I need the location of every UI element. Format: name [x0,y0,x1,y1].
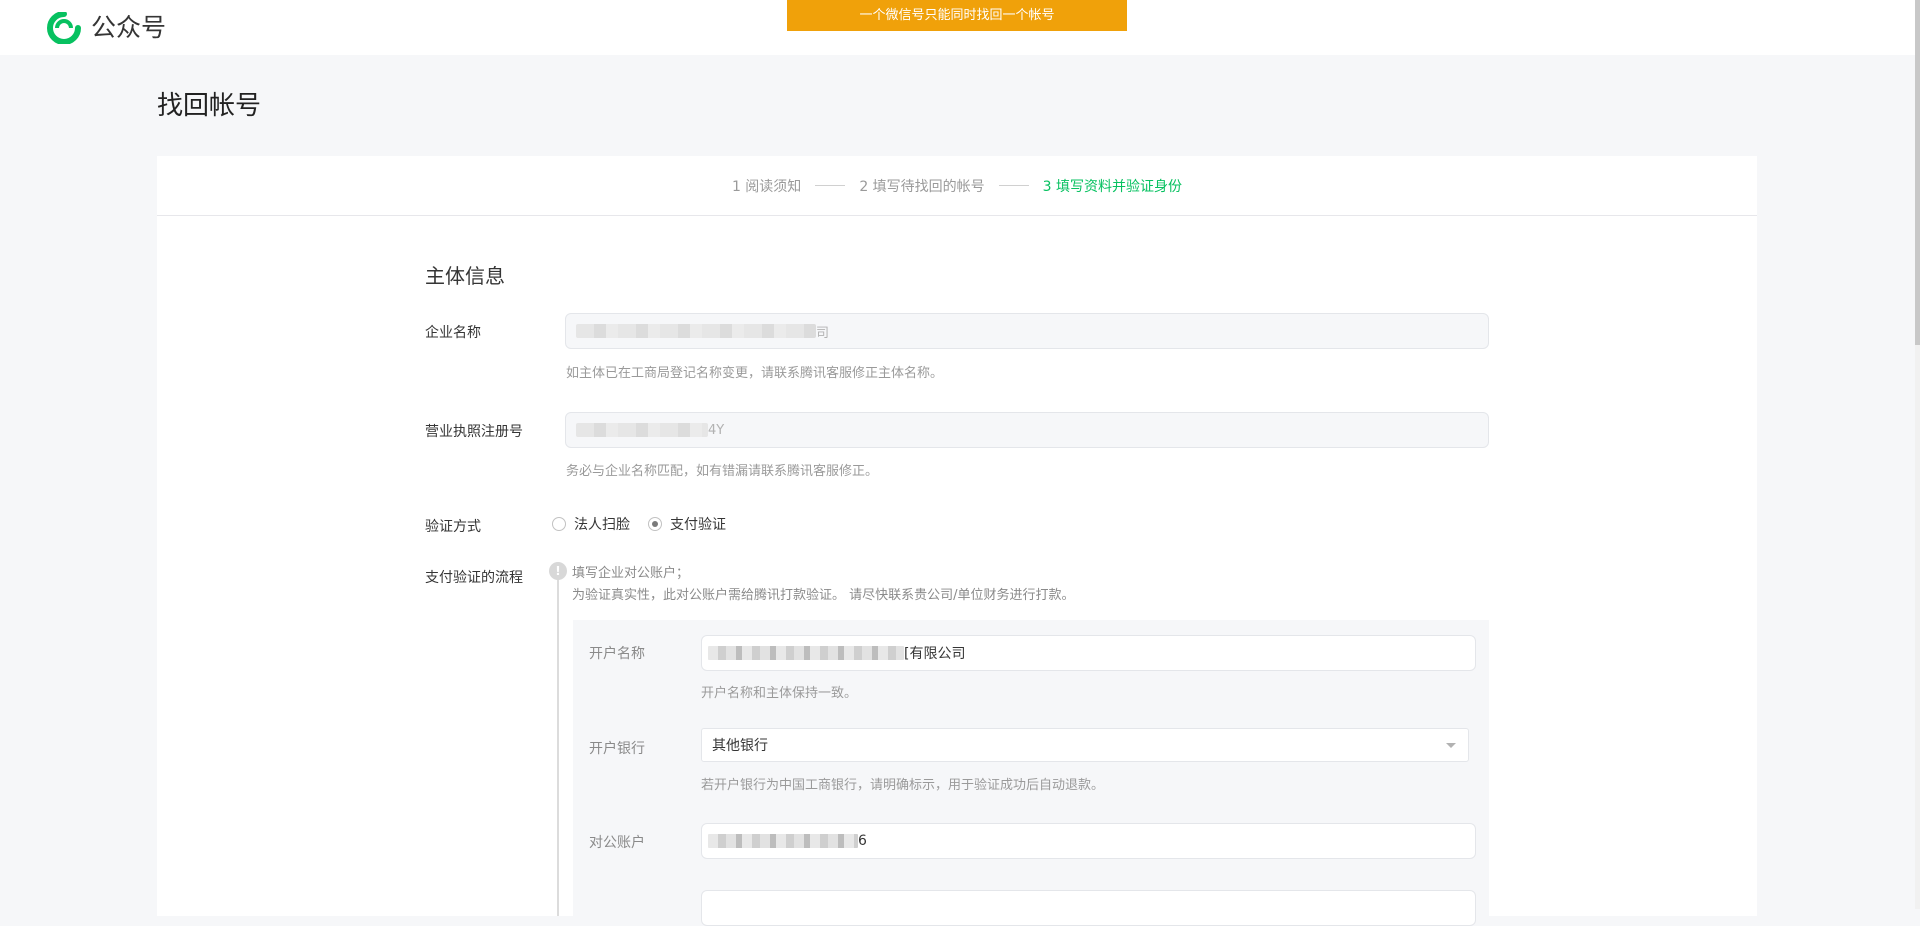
bank-hint: 若开户银行为中国工商银行，请明确标示，用于验证成功后自动退款。 [701,778,1105,793]
account-number-input[interactable]: 6 [701,823,1476,859]
company-name-visible-suffix: 司 [816,325,830,341]
redacted-text [708,646,904,660]
company-name-hint: 如主体已在工商局登记名称变更，请联系腾讯客服修正主体名称。 [566,366,944,381]
radio-face-scan[interactable]: 法人扫脸 [552,514,630,534]
page-scrollbar[interactable] [1915,0,1920,909]
step-indicator: 1 阅读须知 2 填写待找回的帐号 3 填写资料并验证身份 [157,156,1757,216]
bank-select[interactable]: 其他银行 [701,728,1469,762]
step-3-active: 3 填写资料并验证身份 [1042,178,1183,195]
top-bar: 公众号 一个微信号只能同时找回一个帐号 [0,0,1915,55]
company-name-label: 企业名称 [425,325,481,341]
notice-banner: 一个微信号只能同时找回一个帐号 [787,0,1127,31]
verify-method-radio-group: 法人扫脸 支付验证 [552,514,744,534]
redacted-text [708,834,858,848]
license-number-hint: 务必与企业名称匹配，如有错漏请联系腾讯客服修正。 [566,464,879,479]
bank-label: 开户银行 [589,741,645,757]
section-title: 主体信息 [425,264,505,288]
exclamation-icon: ! [549,562,567,580]
license-number-label: 营业执照注册号 [425,424,523,440]
form-card: 1 阅读须知 2 填写待找回的帐号 3 填写资料并验证身份 主体信息 企业名称 … [157,156,1757,926]
account-number-visible-suffix: 6 [858,833,867,849]
account-name-label: 开户名称 [589,646,645,662]
radio-unchecked-icon[interactable] [552,517,566,531]
logo-text: 公众号 [91,13,167,42]
bank-select-value: 其他银行 [712,738,768,754]
redacted-text [576,423,708,437]
chevron-down-icon[interactable] [1446,743,1456,748]
bank-account-panel: 开户名称 [有限公司 开户名称和主体保持一致。 开户银行 其他银行 若开户银行为… [573,620,1489,926]
account-number-label: 对公账户 [589,835,645,851]
page-scrollbar-thumb[interactable] [1915,0,1920,345]
account-name-hint: 开户名称和主体保持一致。 [701,686,858,701]
radio-checked-icon[interactable] [648,517,662,531]
step-1: 1 阅读须知 [731,178,802,195]
logo[interactable]: 公众号 [47,12,166,44]
payment-flow-step-title: 填写企业对公账户； [572,566,690,581]
flow-timeline [557,576,559,916]
step-2: 2 填写待找回的帐号 [859,178,985,195]
step-separator [998,185,1029,186]
account-name-visible-suffix: [有限公司 [904,646,966,662]
radio-face-scan-label: 法人扫脸 [574,517,630,533]
license-number-field: 4Y [565,412,1489,448]
redacted-text [576,324,816,338]
radio-payment-verify-label: 支付验证 [670,517,726,533]
payment-flow-label: 支付验证的流程 [425,570,523,586]
company-name-field: 司 [565,313,1489,349]
payment-flow-step-desc: 为验证真实性，此对公账户需给腾讯打款验证。 请尽快联系贵公司/单位财务进行打款。 [572,588,1075,603]
wechat-official-account-logo-icon [47,12,81,44]
next-field-input[interactable] [701,890,1476,926]
page-title: 找回帐号 [157,91,262,121]
step-separator [815,185,846,186]
radio-payment-verify[interactable]: 支付验证 [648,514,726,534]
verify-method-label: 验证方式 [425,519,481,535]
account-name-input[interactable]: [有限公司 [701,635,1476,671]
license-number-visible-suffix: 4Y [708,422,725,438]
